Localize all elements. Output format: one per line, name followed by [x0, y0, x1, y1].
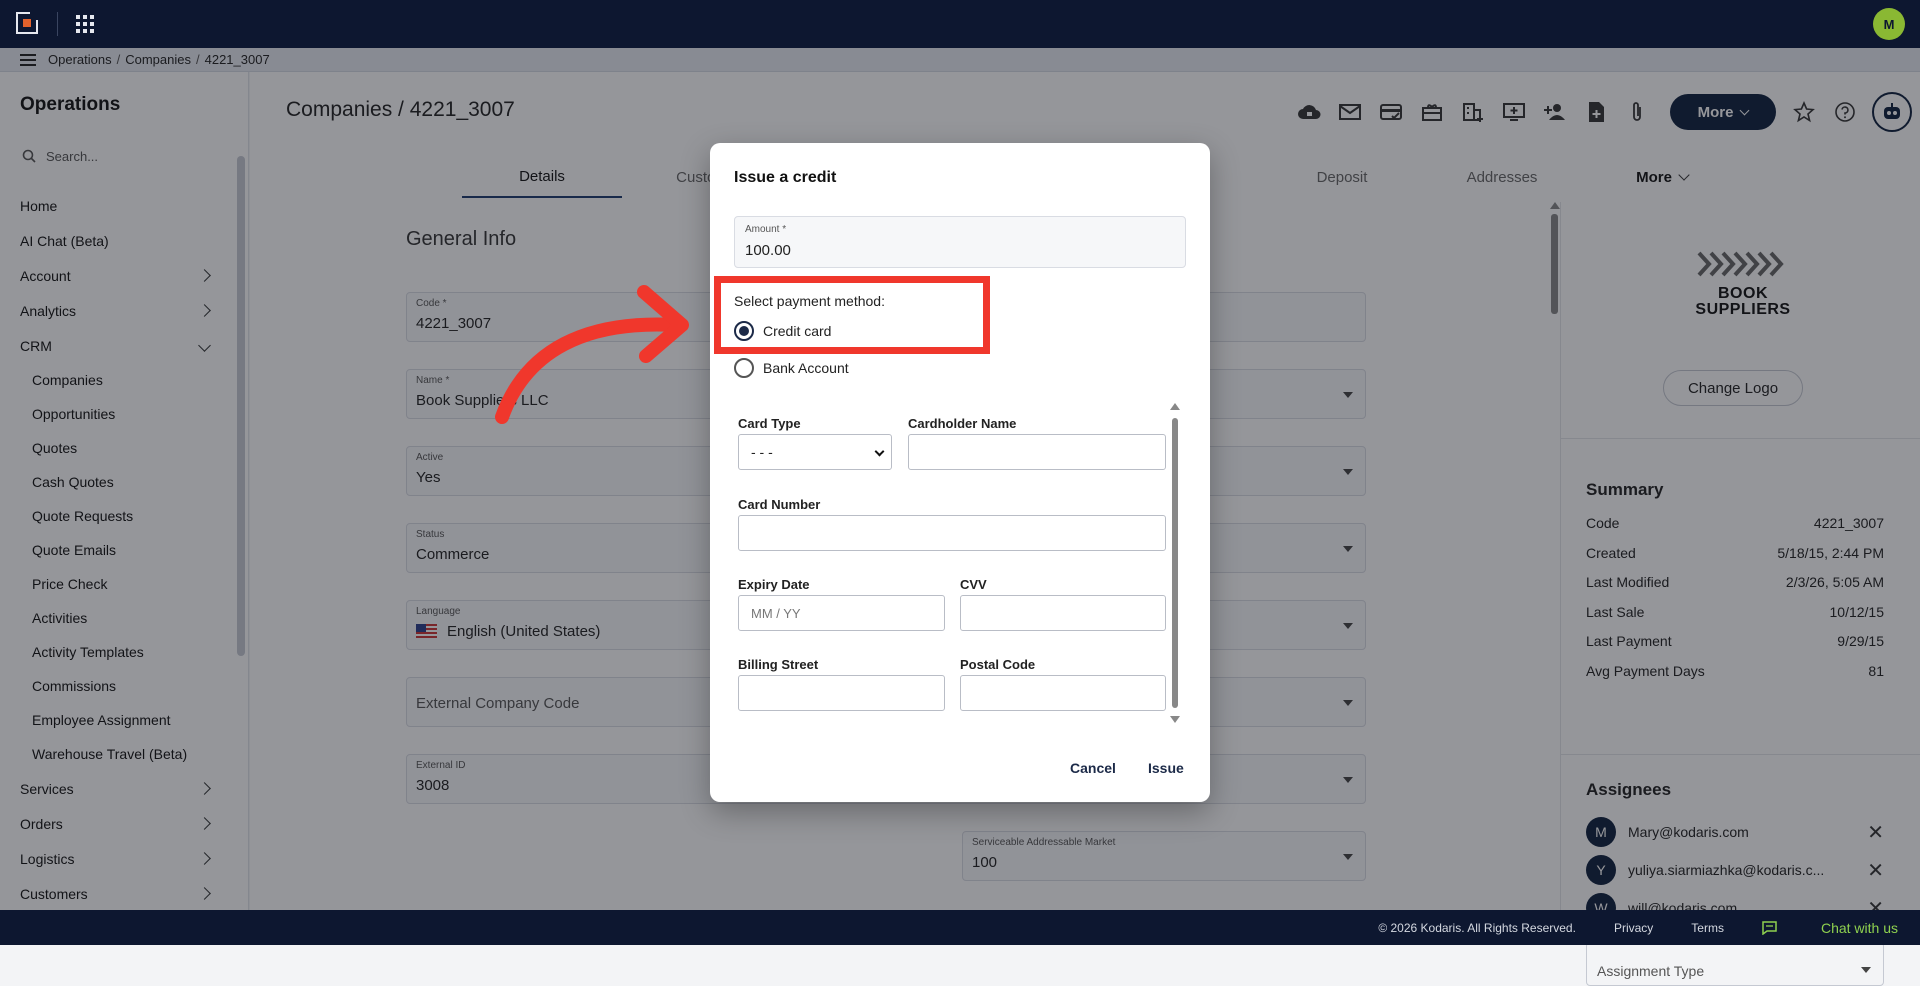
issue-credit-dialog: Issue a credit Amount * 100.00 Select pa…	[710, 143, 1210, 802]
top-bar: M	[0, 0, 1920, 48]
apps-grid-icon[interactable]	[76, 15, 94, 33]
postal-code-label: Postal Code	[960, 657, 1036, 672]
amount-value: 100.00	[745, 242, 791, 259]
highlight-box-annotation	[714, 276, 990, 354]
chat-with-us-button[interactable]: Chat with us	[1762, 920, 1898, 936]
scroll-down-arrow-icon[interactable]	[1170, 716, 1180, 723]
chevron-down-icon	[874, 446, 885, 457]
chat-label: Chat with us	[1820, 919, 1898, 936]
issue-button[interactable]: Issue	[1148, 760, 1184, 776]
kodaris-logo[interactable]	[16, 12, 38, 34]
card-type-select[interactable]: - - -	[738, 434, 892, 470]
billing-street-input[interactable]	[738, 675, 945, 711]
bank-account-option-label: Bank Account	[763, 360, 849, 376]
user-avatar[interactable]: M	[1873, 8, 1905, 40]
scroll-thumb[interactable]	[1172, 418, 1178, 708]
cancel-button[interactable]: Cancel	[1070, 760, 1116, 776]
assignment-type-select[interactable]: Assignment Type	[1586, 942, 1884, 986]
expiry-date-input[interactable]: MM / YY	[738, 595, 945, 631]
card-number-input[interactable]	[738, 515, 1166, 551]
postal-code-input[interactable]	[960, 675, 1166, 711]
dialog-scrollbar[interactable]	[1170, 403, 1180, 723]
footer-copyright: © 2026 Kodaris. All Rights Reserved.	[1378, 920, 1576, 935]
card-type-value: - - -	[751, 444, 773, 460]
dialog-title: Issue a credit	[734, 169, 837, 186]
card-type-label: Card Type	[738, 416, 801, 431]
card-number-label: Card Number	[738, 497, 821, 512]
footer: © 2026 Kodaris. All Rights Reserved. Pri…	[0, 910, 1920, 945]
amount-label: Amount *	[745, 224, 787, 235]
assignment-type-placeholder: Assignment Type	[1597, 963, 1705, 979]
expiry-date-label: Expiry Date	[738, 577, 810, 592]
footer-privacy-link[interactable]: Privacy	[1614, 921, 1653, 935]
radio-unselected-icon[interactable]	[734, 358, 754, 378]
card-form: Card Type - - - Cardholder Name Card Num…	[734, 411, 1186, 723]
expiry-placeholder: MM / YY	[751, 606, 801, 621]
topbar-divider	[57, 12, 58, 36]
dropdown-caret-icon	[1861, 967, 1871, 973]
scroll-up-arrow-icon[interactable]	[1170, 403, 1180, 410]
radio-bank-account[interactable]: Bank Account	[734, 358, 849, 378]
billing-street-label: Billing Street	[738, 657, 819, 672]
chat-icon	[1762, 920, 1777, 935]
red-arrow-annotation-icon	[495, 285, 689, 424]
cardholder-name-input[interactable]	[908, 434, 1166, 470]
cvv-input[interactable]	[960, 595, 1166, 631]
cardholder-name-label: Cardholder Name	[908, 416, 1017, 431]
amount-field[interactable]: Amount * 100.00	[734, 216, 1186, 268]
footer-terms-link[interactable]: Terms	[1691, 921, 1724, 935]
cvv-label: CVV	[960, 577, 987, 592]
